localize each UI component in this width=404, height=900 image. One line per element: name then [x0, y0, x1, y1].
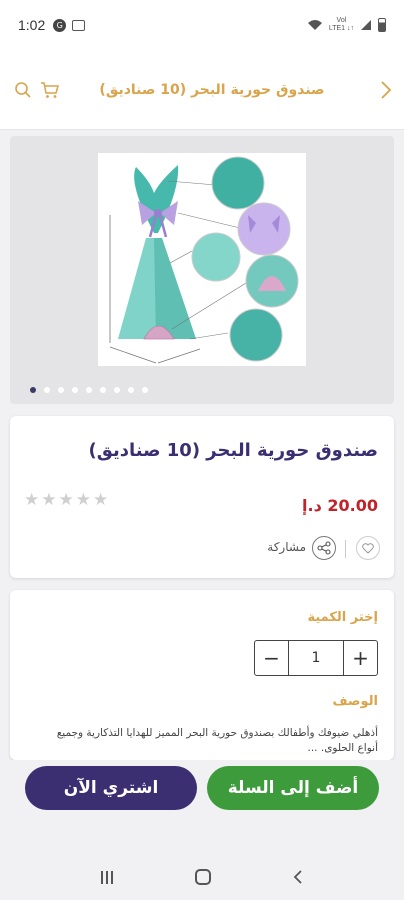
- star-icon: ★: [75, 490, 91, 510]
- quantity-label: إختر الكمية: [307, 610, 378, 625]
- gallery-dot[interactable]: [128, 387, 134, 393]
- wifi-icon: [307, 20, 322, 30]
- status-bar: 1:02 G Vol LTE1 ↓↑: [0, 0, 404, 50]
- back-icon[interactable]: [293, 869, 303, 885]
- quantity-stepper[interactable]: − 1 +: [254, 640, 378, 676]
- rating-stars[interactable]: ★ ★ ★ ★ ★: [24, 490, 108, 510]
- home-icon[interactable]: [195, 869, 211, 885]
- recents-icon[interactable]: [101, 870, 113, 884]
- system-nav-bar: [0, 854, 404, 900]
- status-right: Vol LTE1 ↓↑: [307, 17, 386, 33]
- page-title: صندوق حورية البحر (10 صناديق): [99, 81, 325, 98]
- favorite-button[interactable]: [356, 536, 380, 560]
- gallery-dot[interactable]: [86, 387, 92, 393]
- gallery-dot[interactable]: [58, 387, 64, 393]
- star-icon: ★: [93, 490, 109, 510]
- gallery-dot[interactable]: [72, 387, 78, 393]
- quantity-value[interactable]: 1: [289, 641, 343, 675]
- add-to-cart-button[interactable]: أضف إلى السلة: [207, 766, 379, 810]
- gallery-dot[interactable]: [100, 387, 106, 393]
- product-title: صندوق حورية البحر (10 صناديق): [88, 440, 378, 461]
- share-button[interactable]: [312, 536, 336, 560]
- product-info-card: صندوق حورية البحر (10 صناديق) ★ ★ ★ ★ ★ 20.0…: [10, 416, 394, 578]
- share-icon: [317, 541, 331, 555]
- battery-icon: [378, 18, 386, 32]
- cart-icon[interactable]: [40, 81, 60, 99]
- app-header: صندوق حورية البحر (10 صناديق): [0, 50, 404, 130]
- product-gallery[interactable]: [10, 136, 394, 404]
- gallery-dot[interactable]: [114, 387, 120, 393]
- chevron-right-icon[interactable]: [380, 80, 392, 100]
- network-type-label: Vol LTE1 ↓↑: [328, 17, 354, 32]
- gallery-notification-icon: [72, 19, 86, 31]
- decrease-quantity-button[interactable]: −: [255, 641, 289, 675]
- star-icon: ★: [58, 490, 74, 510]
- header-actions: [14, 81, 60, 99]
- buy-now-button[interactable]: اشتري الآن: [25, 766, 197, 810]
- notification-icon: G: [53, 18, 67, 32]
- heart-icon: [362, 542, 374, 554]
- gallery-dot[interactable]: [44, 387, 50, 393]
- gallery-dots: [30, 387, 148, 393]
- description-text: أذهلي ضيوفك وأطفالك بصندوق حورية البحر ا…: [56, 727, 378, 754]
- search-icon[interactable]: [14, 81, 32, 99]
- product-image[interactable]: [98, 153, 306, 366]
- mermaid-box-illustration: [109, 156, 299, 364]
- bottom-action-bar: اشتري الآن أضف إلى السلة: [0, 760, 404, 854]
- gallery-dot[interactable]: [30, 387, 36, 393]
- star-icon: ★: [41, 490, 57, 510]
- status-time: 1:02: [18, 17, 46, 33]
- star-icon: ★: [24, 490, 40, 510]
- increase-quantity-button[interactable]: +: [343, 641, 377, 675]
- description-label: الوصف: [332, 694, 378, 709]
- action-divider: [345, 540, 346, 558]
- signal-icon: [361, 20, 371, 30]
- quantity-description-card: إختر الكمية − 1 + الوصف أذهلي ضيوفك وأطف…: [10, 590, 394, 760]
- gallery-dot[interactable]: [142, 387, 148, 393]
- share-label[interactable]: مشاركة: [267, 540, 306, 554]
- product-price: 20.00 د.إ: [302, 496, 378, 515]
